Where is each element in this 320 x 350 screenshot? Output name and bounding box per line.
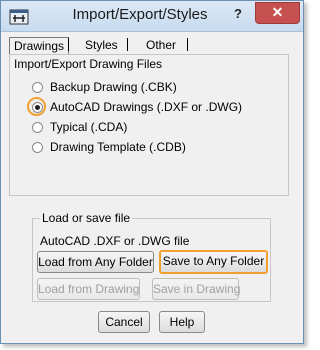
help-icon[interactable]: ? [229, 5, 247, 23]
option-label: Typical (.CDA) [50, 120, 128, 134]
load-from-any-folder-button[interactable]: Load from Any Folder [37, 251, 154, 273]
import-export-panel: Import/Export Drawing Files Backup Drawi… [9, 54, 289, 196]
tab-drawings[interactable]: Drawings [9, 37, 70, 55]
save-in-drawing-button[interactable]: Save in Drawing [152, 278, 240, 300]
save-to-any-folder-button[interactable]: Save to Any Folder [159, 250, 268, 274]
dialog-window: Import/Export/Styles ? ✕ Drawings Styles… [0, 0, 304, 344]
title-bar[interactable]: Import/Export/Styles ? ✕ [1, 1, 303, 32]
option-label: Drawing Template (.CDB) [50, 140, 186, 154]
tab-styles[interactable]: Styles [85, 37, 118, 53]
tab-divider [68, 38, 69, 51]
app-window-icon [9, 9, 29, 25]
option-label: AutoCAD Drawings (.DXF or .DWG) [50, 100, 243, 114]
radio-button[interactable] [32, 122, 43, 133]
load-save-group: Load or save file AutoCAD .DXF or .DWG f… [32, 211, 271, 302]
cancel-button[interactable]: Cancel [98, 311, 150, 333]
radio-button[interactable] [32, 142, 43, 153]
tab-divider [127, 38, 128, 51]
radio-button[interactable] [32, 82, 43, 93]
file-type-label: AutoCAD .DXF or .DWG file [40, 234, 190, 248]
window-title: Import/Export/Styles [72, 6, 208, 23]
close-icon[interactable]: ✕ [255, 2, 300, 24]
radio-button-selected[interactable] [32, 102, 43, 113]
tab-divider [187, 38, 188, 51]
tab-other[interactable]: Other [146, 37, 176, 53]
group-title: Load or save file [40, 211, 133, 225]
panel-title: Import/Export Drawing Files [12, 57, 165, 71]
load-from-drawing-button[interactable]: Load from Drawing [37, 278, 140, 300]
option-label: Backup Drawing (.CBK) [50, 80, 177, 94]
help-button[interactable]: Help [159, 311, 205, 333]
